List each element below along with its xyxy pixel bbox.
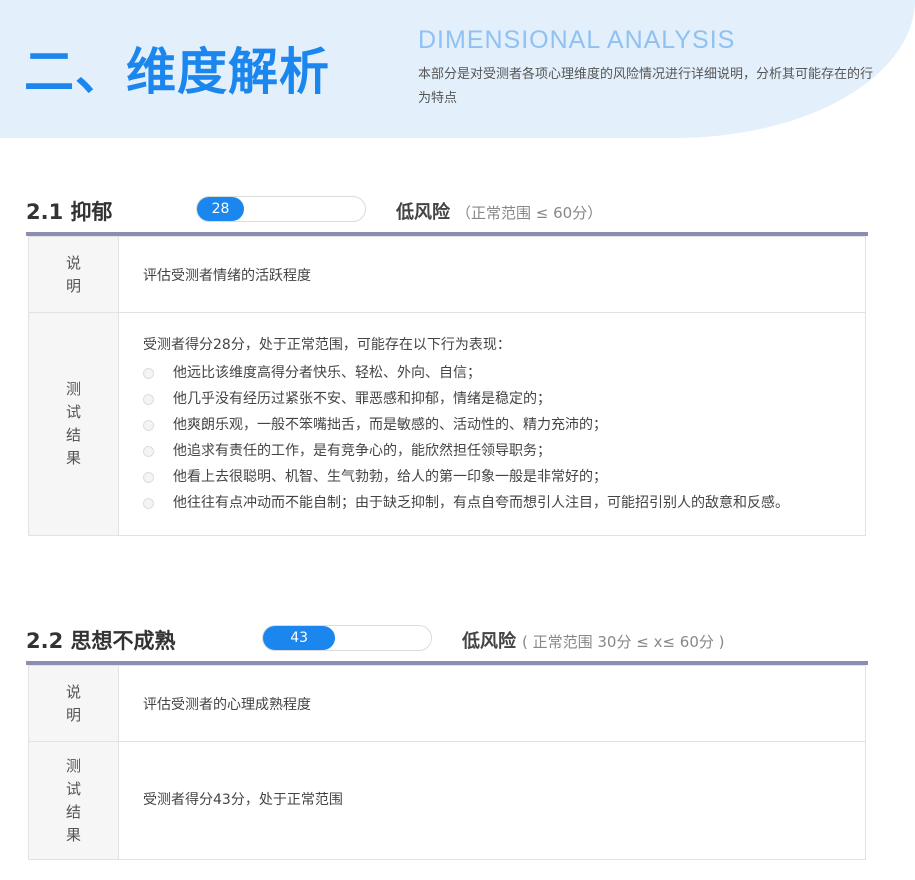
- dimension-table: 说明 评估受测者的心理成熟程度 测试结果 受测者得分43分，处于正常范围: [28, 665, 866, 860]
- result-item: 他几乎没有经历过紧张不安、罪恶感和抑郁，情绪是稳定的；: [143, 386, 841, 412]
- description-text: 评估受测者的心理成熟程度: [118, 665, 866, 742]
- dimension-section-depression: 2.1 抑郁 28 低风险 （正常范围 ≤ 60分） 说明 评估受测者情绪的活跃程…: [26, 190, 868, 536]
- result-item: 他追求有责任的工作，是有竞争心的，能欣然担任领导职务；: [143, 438, 841, 464]
- risk-range: ( 正常范围 30分 ≤ x≤ 60分 ): [522, 633, 725, 651]
- result-item: 他看上去很聪明、机智、生气勃勃，给人的第一印象一般是非常好的；: [143, 464, 841, 490]
- risk-level: 低风险: [462, 631, 516, 652]
- bullet-icon: [143, 394, 154, 405]
- result-content: 受测者得分43分，处于正常范围: [118, 741, 866, 860]
- result-row: 测试结果 受测者得分28分，处于正常范围，可能存在以下行为表现： 他远比该维度高…: [28, 312, 866, 536]
- score-value: 28: [211, 201, 230, 217]
- page-title: 二、维度解析: [24, 43, 330, 101]
- dimension-section-immaturity: 2.2 思想不成熟 43 低风险 ( 正常范围 30分 ≤ x≤ 60分 ) 说明…: [26, 619, 868, 860]
- score-value: 43: [290, 630, 309, 646]
- risk-range: （正常范围 ≤ 60分）: [456, 204, 603, 222]
- result-item: 他爽朗乐观，一般不笨嘴拙舌，而是敏感的、活动性的、精力充沛的；: [143, 412, 841, 438]
- section-header: 2.1 抑郁 28 低风险 （正常范围 ≤ 60分）: [26, 190, 868, 232]
- description-label: 说明: [28, 236, 119, 313]
- result-content: 受测者得分28分，处于正常范围，可能存在以下行为表现： 他远比该维度高得分者快乐…: [118, 312, 866, 536]
- risk-info: 低风险 （正常范围 ≤ 60分）: [396, 198, 602, 224]
- page-subtitle-en: DIMENSIONAL ANALYSIS: [418, 26, 736, 54]
- result-intro: 受测者得分43分，处于正常范围: [143, 791, 343, 808]
- description-text: 评估受测者情绪的活跃程度: [118, 236, 866, 313]
- result-label: 测试结果: [28, 312, 119, 536]
- risk-info: 低风险 ( 正常范围 30分 ≤ x≤ 60分 ): [462, 627, 725, 653]
- section-title: 2.2 思想不成熟: [26, 629, 176, 653]
- dimension-table: 说明 评估受测者情绪的活跃程度 测试结果 受测者得分28分，处于正常范围，可能存…: [28, 236, 866, 536]
- description-row: 说明 评估受测者的心理成熟程度: [28, 665, 866, 742]
- description-label: 说明: [28, 665, 119, 742]
- risk-level: 低风险: [396, 202, 450, 223]
- result-row: 测试结果 受测者得分43分，处于正常范围: [28, 741, 866, 860]
- page-description: 本部分是对受测者各项心理维度的风险情况进行详细说明，分析其可能存在的行为特点: [418, 67, 874, 106]
- bullet-icon: [143, 420, 154, 431]
- result-item: 他往往有点冲动而不能自制；由于缺乏抑制，有点自夸而想引人注目，可能招引别人的敌意…: [143, 490, 841, 516]
- result-item: 他远比该维度高得分者快乐、轻松、外向、自信；: [143, 360, 841, 386]
- bullet-icon: [143, 498, 154, 509]
- score-bar: 43: [262, 625, 432, 651]
- score-bar: 28: [196, 196, 366, 222]
- page-header: 二、维度解析 DIMENSIONAL ANALYSIS 本部分是对受测者各项心理…: [0, 0, 915, 138]
- bullet-icon: [143, 472, 154, 483]
- description-row: 说明 评估受测者情绪的活跃程度: [28, 236, 866, 313]
- bullet-icon: [143, 446, 154, 457]
- result-intro: 受测者得分28分，处于正常范围，可能存在以下行为表现：: [143, 337, 511, 353]
- bullet-icon: [143, 368, 154, 379]
- section-title: 2.1 抑郁: [26, 200, 113, 224]
- result-list: 他远比该维度高得分者快乐、轻松、外向、自信； 他几乎没有经历过紧张不安、罪恶感和抑…: [143, 360, 841, 516]
- result-label: 测试结果: [28, 741, 119, 860]
- section-header: 2.2 思想不成熟 43 低风险 ( 正常范围 30分 ≤ x≤ 60分 ): [26, 619, 868, 661]
